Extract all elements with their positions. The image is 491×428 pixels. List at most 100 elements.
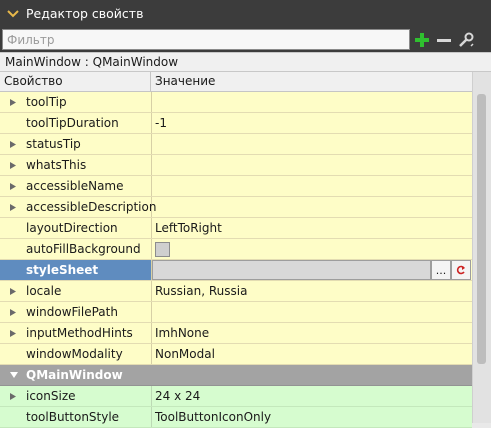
property-name-cell[interactable]: windowFilePath <box>0 302 152 322</box>
add-dynamic-property-button[interactable] <box>412 29 432 50</box>
property-row[interactable]: autoFillBackground <box>0 239 472 260</box>
collapse-arrow-icon[interactable] <box>10 372 18 378</box>
property-value: Russian, Russia <box>155 284 248 298</box>
property-value-cell[interactable]: Russian, Russia <box>152 281 472 301</box>
property-name: whatsThis <box>26 158 87 172</box>
auto-fill-background-checkbox[interactable] <box>155 241 170 257</box>
property-value-cell[interactable]: NonModal <box>152 344 472 364</box>
configure-button[interactable] <box>456 29 476 50</box>
filter-input[interactable] <box>2 29 410 50</box>
property-row[interactable]: iconSize 24 x 24 <box>0 386 472 407</box>
property-name-cell[interactable]: styleSheet <box>0 260 152 280</box>
expand-arrow-icon[interactable] <box>10 183 16 190</box>
expand-arrow-icon[interactable] <box>10 288 16 295</box>
property-row[interactable]: whatsThis <box>0 155 472 176</box>
column-header-property[interactable]: Свойство <box>0 72 151 91</box>
expand-arrow-icon[interactable] <box>10 99 16 106</box>
table-header: Свойство Значение <box>0 72 472 92</box>
property-name-cell[interactable]: toolTipDuration <box>0 113 152 133</box>
property-value-cell[interactable] <box>152 134 472 154</box>
property-name: locale <box>26 284 62 298</box>
property-value-cell[interactable] <box>152 92 472 112</box>
property-row[interactable]: accessibleName <box>0 176 472 197</box>
property-value-cell[interactable]: ... <box>152 260 472 280</box>
section-property-rows: iconSize 24 x 24 toolButtonStyle ToolButton… <box>0 386 472 428</box>
property-row[interactable]: inputMethodHints ImhNone <box>0 323 472 344</box>
stylesheet-browse-button[interactable]: ... <box>431 260 451 280</box>
property-value: LeftToRight <box>155 221 222 235</box>
property-row[interactable]: toolButtonStyle ToolButtonIconOnly <box>0 407 472 428</box>
panel-title: Редактор свойств <box>26 6 144 21</box>
property-name: layoutDirection <box>26 221 118 235</box>
property-row[interactable]: windowModality NonModal <box>0 344 472 365</box>
property-name-cell[interactable]: whatsThis <box>0 155 152 175</box>
configure-wrench-icon <box>459 32 474 47</box>
property-value-cell[interactable]: -1 <box>152 113 472 133</box>
property-row[interactable]: toolTipDuration -1 <box>0 113 472 134</box>
property-value-cell[interactable]: ToolButtonIconOnly <box>152 407 472 427</box>
section-row-qmainwindow[interactable]: QMainWindow <box>0 365 472 386</box>
section-label: QMainWindow <box>26 368 123 382</box>
property-name: autoFillBackground <box>26 242 141 256</box>
property-row[interactable]: statusTip <box>0 134 472 155</box>
panel-titlebar: Редактор свойств <box>0 0 491 27</box>
property-name: accessibleDescription <box>26 200 157 214</box>
property-value-cell[interactable] <box>152 176 472 196</box>
property-value-cell[interactable] <box>152 302 472 322</box>
property-name: styleSheet <box>26 263 99 277</box>
property-name-cell[interactable]: windowModality <box>0 344 152 364</box>
expand-arrow-icon[interactable] <box>10 204 16 211</box>
property-name-cell[interactable]: statusTip <box>0 134 152 154</box>
remove-dynamic-property-button[interactable] <box>434 29 454 50</box>
property-name: inputMethodHints <box>26 326 133 340</box>
property-row[interactable]: accessibleDescription <box>0 197 472 218</box>
property-name-cell[interactable]: layoutDirection <box>0 218 152 238</box>
expand-arrow-icon[interactable] <box>10 330 16 337</box>
stylesheet-value-field[interactable] <box>152 260 431 280</box>
property-value-cell[interactable]: ImhNone <box>152 323 472 343</box>
property-row[interactable]: styleSheet... <box>0 260 472 281</box>
property-name: toolTip <box>26 95 67 109</box>
expand-arrow-icon[interactable] <box>10 141 16 148</box>
expand-arrow-icon[interactable] <box>10 162 16 169</box>
property-name: toolButtonStyle <box>26 410 120 424</box>
property-name-cell[interactable]: toolButtonStyle <box>0 407 152 427</box>
property-name-cell[interactable]: accessibleName <box>0 176 152 196</box>
property-value-cell[interactable] <box>152 197 472 217</box>
vertical-scrollbar[interactable] <box>472 72 491 423</box>
property-value: ImhNone <box>155 326 210 340</box>
expand-arrow-icon[interactable] <box>10 309 16 316</box>
property-row[interactable]: locale Russian, Russia <box>0 281 472 302</box>
chevron-down-icon[interactable] <box>6 7 20 21</box>
property-rows: toolTip toolTipDuration -1 statusTip whatsTh… <box>0 92 472 365</box>
property-name: windowFilePath <box>26 305 118 319</box>
property-value-cell[interactable]: LeftToRight <box>152 218 472 238</box>
property-row[interactable]: toolTip <box>0 92 472 113</box>
reset-arrow-icon <box>456 265 465 275</box>
property-name-cell[interactable]: toolTip <box>0 92 152 112</box>
property-name-cell[interactable]: accessibleDescription <box>0 197 156 217</box>
property-name: statusTip <box>26 137 81 151</box>
property-name-cell[interactable]: locale <box>0 281 152 301</box>
property-row[interactable]: layoutDirection LeftToRight <box>0 218 472 239</box>
property-value-cell[interactable] <box>152 155 472 175</box>
property-name-cell[interactable]: iconSize <box>0 386 152 406</box>
expand-arrow-icon[interactable] <box>10 393 16 400</box>
property-name: windowModality <box>26 347 123 361</box>
property-table: Свойство Значение toolTip toolTipDuration… <box>0 72 472 428</box>
scrollbar-thumb[interactable] <box>477 94 486 364</box>
property-value-cell[interactable] <box>152 239 472 259</box>
object-class-label: MainWindow : QMainWindow <box>0 52 491 72</box>
property-name-cell[interactable]: autoFillBackground <box>0 239 152 259</box>
filter-toolbar <box>0 27 491 52</box>
property-value: NonModal <box>155 347 215 361</box>
property-name: iconSize <box>26 389 76 403</box>
property-value-cell[interactable]: 24 x 24 <box>152 386 472 406</box>
add-icon <box>415 32 429 47</box>
column-header-value[interactable]: Значение <box>151 72 472 91</box>
property-name-cell[interactable]: inputMethodHints <box>0 323 152 343</box>
property-value: -1 <box>155 116 167 130</box>
property-row[interactable]: windowFilePath <box>0 302 472 323</box>
stylesheet-reset-button[interactable] <box>451 260 471 280</box>
remove-icon <box>437 38 451 42</box>
